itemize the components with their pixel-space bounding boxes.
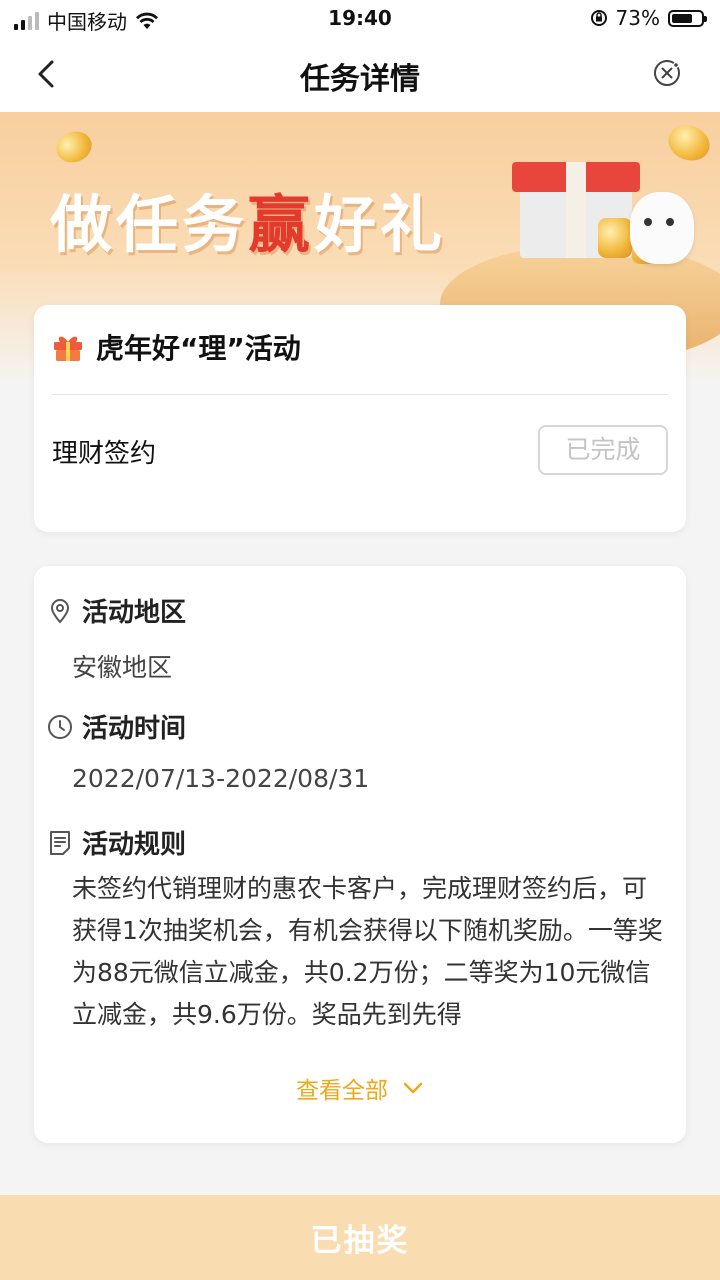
close-icon[interactable]	[652, 58, 682, 88]
task-name: 理财签约	[52, 439, 157, 469]
completed-button[interactable]: 已完成	[538, 425, 668, 475]
document-icon	[50, 830, 70, 855]
rules-text: 未签约代销理财的惠农卡客户，完成理财签约后，可获得1次抽奖机会，有机会获得以下随…	[72, 874, 663, 1029]
location-pin-icon	[50, 598, 70, 624]
drawn-button-label: 已抽奖	[310, 1223, 410, 1259]
clock-icon	[48, 714, 72, 739]
status-bar: 中国移动 19:40 73%	[0, 0, 720, 38]
activity-detail-card: 活动地区 安徽地区 活动时间 2022/07/13-2022/08/31 活动规…	[34, 566, 686, 1143]
chevron-down-icon	[403, 1082, 423, 1094]
banner-title: 做任务赢好礼	[50, 174, 446, 264]
gift-icon	[54, 336, 82, 361]
rules-header: 活动规则	[46, 824, 186, 861]
banner-title-part1: 做任务	[50, 188, 249, 261]
task-card-title: 虎年好“理”活动	[96, 332, 301, 365]
battery-icon	[668, 9, 707, 27]
view-all-link[interactable]: 查看全部	[34, 1071, 686, 1105]
banner-title-part2: 好礼	[314, 188, 447, 261]
region-label: 活动地区	[82, 598, 187, 628]
drawn-button[interactable]: 已抽奖	[0, 1195, 720, 1280]
coin-decoration	[598, 218, 632, 258]
time-label: 活动时间	[82, 714, 187, 744]
gift-ribbon-decoration	[566, 162, 586, 258]
banner-title-highlight: 赢	[248, 188, 315, 261]
orientation-lock-icon	[590, 10, 607, 26]
nav-bar: 任务详情	[0, 38, 720, 112]
battery-percent: 73%	[615, 6, 660, 30]
view-all-label: 查看全部	[296, 1078, 388, 1104]
mascot-image	[630, 192, 694, 264]
divider	[52, 394, 668, 395]
status-right: 73%	[590, 6, 707, 30]
coin-decoration	[51, 126, 97, 168]
region-value: 安徽地区	[72, 653, 173, 682]
region-header: 活动地区	[46, 592, 186, 629]
time-value: 2022/07/13-2022/08/31	[72, 764, 370, 793]
time-header: 活动时间	[46, 708, 186, 745]
page-title: 任务详情	[300, 62, 420, 97]
coin-decoration	[663, 119, 715, 167]
rules-label: 活动规则	[82, 830, 187, 860]
task-card: 虎年好“理”活动 理财签约 已完成	[34, 305, 686, 532]
task-card-header: 虎年好“理”活动	[52, 327, 301, 367]
